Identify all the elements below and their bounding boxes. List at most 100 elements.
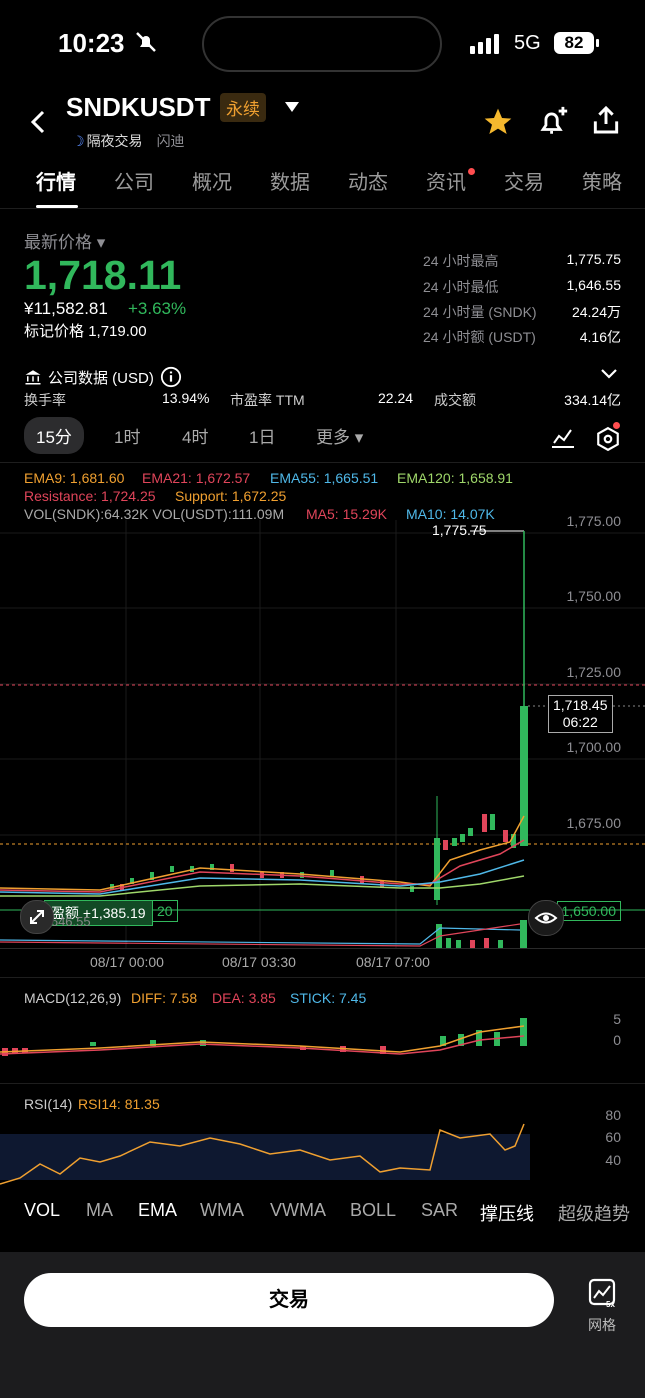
indicator-settings-icon[interactable] xyxy=(595,426,621,452)
stat-low-label: 24 小时最低 xyxy=(423,279,499,295)
divider xyxy=(0,948,645,949)
stat-low-value: 1,646.55 xyxy=(566,277,622,293)
expand-icon xyxy=(30,910,44,924)
share-icon[interactable] xyxy=(590,104,622,136)
y-tick: 1,750.00 xyxy=(566,588,622,604)
divider xyxy=(0,462,645,463)
countdown: 06:22 xyxy=(562,714,598,730)
macd-chart xyxy=(0,1018,527,1056)
indicator-support-resistance[interactable]: 撑压线 xyxy=(480,1200,534,1226)
stat-high-value: 1,775.75 xyxy=(566,251,622,267)
tab-company[interactable]: 公司 xyxy=(114,166,154,195)
stat-amount-value: 4.16亿 xyxy=(579,329,621,345)
indicator-wma[interactable]: WMA xyxy=(200,1200,244,1221)
chart-settings-icon[interactable] xyxy=(550,425,576,449)
y-tick: 1,775.00 xyxy=(566,513,622,529)
cny-price: ¥11,582.81 xyxy=(24,299,108,318)
news-unread-dot xyxy=(468,168,475,175)
night-trade-label: 隔夜交易 xyxy=(86,133,143,149)
eye-icon xyxy=(534,912,558,924)
dropdown-triangle-icon[interactable] xyxy=(284,100,300,114)
volume-label: 成交额 xyxy=(434,392,476,408)
contract-type-badge: 永续 xyxy=(220,93,266,122)
last-price: 1,718.11 xyxy=(24,252,182,298)
price-chart[interactable] xyxy=(0,520,645,950)
macd-stick: STICK: 7.45 xyxy=(290,990,367,1006)
stat-high-label: 24 小时最高 xyxy=(423,253,499,269)
timeframe-4h[interactable]: 4时 xyxy=(182,423,208,448)
position-qty: 20 xyxy=(152,900,178,922)
ema120-legend: EMA120: 1,658.91 xyxy=(397,470,513,486)
pe-value: 22.24 xyxy=(378,390,414,406)
rsi-tick: 60 xyxy=(605,1129,621,1145)
tab-news[interactable]: 资讯 xyxy=(426,166,466,195)
macd-diff: DIFF: 7.58 xyxy=(131,990,198,1006)
expand-chart-button[interactable] xyxy=(20,900,54,934)
tab-activity[interactable]: 动态 xyxy=(348,166,388,195)
divider xyxy=(0,977,645,978)
turnover-value: 13.94% xyxy=(162,390,210,406)
tab-trade[interactable]: 交易 xyxy=(504,166,544,195)
grid-bot-icon: 5x xyxy=(588,1278,615,1309)
battery-icon xyxy=(596,39,599,47)
x-tick: 08/17 00:00 xyxy=(90,954,164,970)
company-data-title: 公司数据 (USD) xyxy=(48,369,154,387)
ema55-legend: EMA55: 1,665.51 xyxy=(270,470,379,486)
pe-label: 市盈率 TTM xyxy=(230,392,305,408)
mark-price: 标记价格 1,719.00 xyxy=(24,323,147,340)
rsi-chart xyxy=(0,1123,530,1185)
stat-amount-label: 24 小时额 (USDT) xyxy=(423,329,536,345)
trade-button[interactable]: 交易 xyxy=(24,1273,554,1327)
indicator-supertrend[interactable]: 超级趋势 xyxy=(558,1200,630,1226)
company-data-header[interactable]: 公司数据 (USD) xyxy=(24,366,182,388)
price-change: +3.63% xyxy=(128,299,187,318)
resistance-legend: Resistance: 1,724.25 xyxy=(24,488,156,504)
timeframe-15m[interactable]: 15分 xyxy=(24,417,84,454)
indicator-ma[interactable]: MA xyxy=(86,1200,113,1221)
tab-data[interactable]: 数据 xyxy=(270,166,310,195)
indicator-ema[interactable]: EMA xyxy=(138,1200,177,1221)
macd-tick: 5 xyxy=(613,1011,621,1027)
timeframe-1h[interactable]: 1时 xyxy=(114,423,140,448)
back-arrow-icon[interactable] xyxy=(28,108,48,136)
ema21-legend: EMA21: 1,672.57 xyxy=(142,470,251,486)
add-alert-bell-icon[interactable] xyxy=(536,104,570,138)
timeframe-more[interactable]: 更多 ▾ xyxy=(316,423,363,448)
y-tick: 1,700.00 xyxy=(566,739,622,755)
star-icon[interactable] xyxy=(482,106,514,138)
moon-icon: ☽ xyxy=(72,132,85,149)
price-label[interactable]: 最新价格 ▾ xyxy=(24,228,105,253)
symbol-title[interactable]: SNDKUSDT xyxy=(66,92,210,123)
stat-vol-value: 24.24万 xyxy=(571,304,621,320)
tab-strategy[interactable]: 策略 xyxy=(582,166,622,195)
x-tick: 08/17 03:30 xyxy=(222,954,296,970)
macd-label: MACD(12,26,9) xyxy=(24,990,122,1006)
header-subline: ☽ 隔夜交易 闪迪 xyxy=(72,131,185,151)
grid-button[interactable]: 5x 网格 xyxy=(582,1276,622,1335)
ema9-legend: EMA9: 1,681.60 xyxy=(24,470,125,486)
divider xyxy=(0,208,645,209)
dynamic-island xyxy=(202,16,442,72)
indicator-vol[interactable]: VOL xyxy=(24,1200,60,1221)
rsi-label: RSI(14) xyxy=(24,1096,73,1112)
rsi-tick: 40 xyxy=(605,1152,621,1168)
candles xyxy=(434,531,528,905)
expand-chevron-icon[interactable] xyxy=(600,367,618,381)
tab-overview[interactable]: 概况 xyxy=(192,166,232,195)
timeframe-1d[interactable]: 1日 xyxy=(249,423,275,448)
indicator-boll[interactable]: BOLL xyxy=(350,1200,396,1221)
company-name: 闪迪 xyxy=(156,133,185,149)
indicator-sar[interactable]: SAR xyxy=(421,1200,458,1221)
info-icon[interactable] xyxy=(160,366,182,388)
status-time: 10:23 xyxy=(58,28,125,58)
indicator-vwma[interactable]: VWMA xyxy=(270,1200,326,1221)
stat-vol-label: 24 小时量 (SNDK) xyxy=(423,304,537,320)
y-tick: 1,650.00 xyxy=(556,901,621,921)
rsi-tick: 80 xyxy=(605,1107,621,1123)
eye-toggle-button[interactable] xyxy=(528,900,564,936)
tab-market[interactable]: 行情 xyxy=(36,166,76,195)
grid-label: 网格 xyxy=(588,1317,616,1333)
turnover-label: 换手率 xyxy=(24,392,66,408)
current-price-value: 1,718.45 xyxy=(553,697,608,713)
signal-icon xyxy=(470,34,499,54)
